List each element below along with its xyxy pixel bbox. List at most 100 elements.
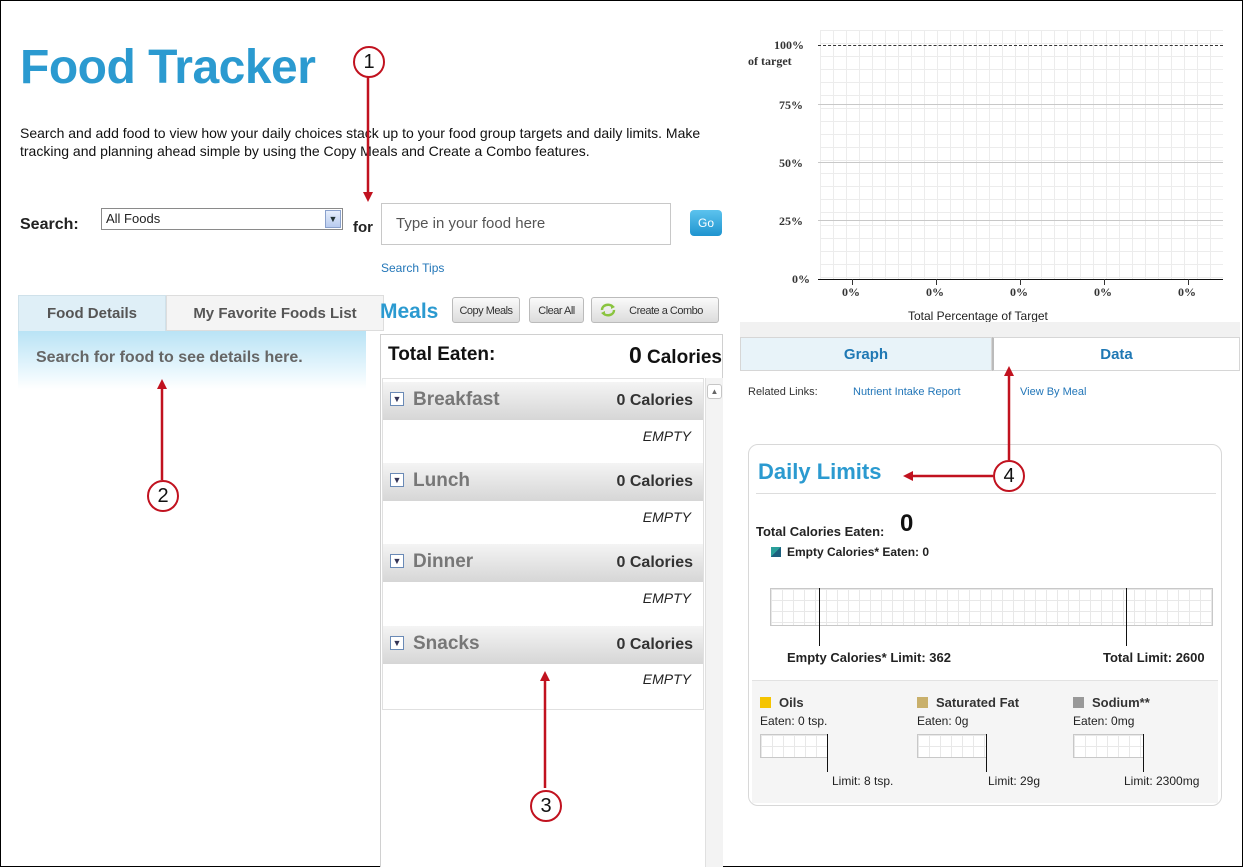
combo-icon (599, 302, 617, 318)
oils-limit-marker (827, 734, 828, 772)
x-value-label: 0% (926, 285, 944, 299)
meal-header-snacks[interactable]: ▼ Snacks 0 Calories (383, 626, 703, 664)
target-graph-area (820, 30, 1223, 279)
y-tick-label: 100% (774, 38, 804, 52)
calorie-limit-bar (770, 588, 1213, 626)
meal-name: Dinner (413, 551, 474, 572)
meal-calories: 0 Calories (616, 392, 693, 409)
meal-header-breakfast[interactable]: ▼ Breakfast 0 Calories (383, 382, 703, 420)
meal-calories: 0 Calories (616, 636, 693, 653)
sodium-label: Sodium** (1092, 695, 1150, 710)
meal-header-dinner[interactable]: ▼ Dinner 0 Calories (383, 544, 703, 582)
annotation-callout-3: 3 (530, 790, 562, 822)
expand-icon[interactable]: ▼ (390, 554, 404, 568)
total-calories-eaten-label: Total Calories Eaten: (756, 524, 885, 539)
sodium-eaten: Eaten: 0mg (1073, 714, 1135, 728)
divider (756, 493, 1216, 494)
meal-empty-status: EMPTY (642, 590, 691, 606)
y-tick-label: 75% (779, 98, 803, 112)
meal-empty-status: EMPTY (642, 428, 691, 444)
saturated-fat-label: Saturated Fat (936, 695, 1020, 710)
sodium-limit: Limit: 2300mg (1124, 774, 1200, 788)
saturated-fat-eaten: Eaten: 0g (917, 714, 969, 728)
total-limit-marker (1126, 588, 1127, 646)
page-title: Food Tracker (20, 41, 316, 94)
food-search-input[interactable]: Type in your food here (381, 203, 671, 245)
copy-meals-button[interactable]: Copy Meals (452, 297, 520, 323)
view-by-meal-link[interactable]: View By Meal (1020, 386, 1086, 398)
graph-footer-band (740, 322, 1240, 338)
gridline-100 (818, 45, 1223, 46)
y-tick-label: 0% (792, 272, 810, 286)
tab-graph[interactable]: Graph (740, 337, 992, 371)
total-eaten-label: Total Eaten: (388, 344, 496, 365)
total-eaten-value: 0 Calories (610, 342, 722, 369)
x-value-label: 0% (1010, 285, 1028, 299)
x-axis-title: Total Percentage of Target (908, 309, 1048, 323)
annotation-callout-4: 4 (993, 460, 1025, 492)
meals-title: Meals (380, 300, 439, 323)
nutrient-intake-report-link[interactable]: Nutrient Intake Report (853, 386, 961, 398)
expand-icon[interactable]: ▼ (390, 636, 404, 650)
meals-scrollbar[interactable]: ▲ (705, 378, 723, 867)
x-value-label: 0% (1094, 285, 1112, 299)
oils-label: Oils (779, 695, 804, 710)
create-combo-button[interactable]: Create a Combo (591, 297, 719, 323)
empty-calories-limit-marker (819, 588, 820, 646)
chevron-down-icon[interactable]: ▼ (325, 210, 341, 228)
intro-text: Search and add food to view how your dai… (20, 125, 701, 159)
daily-limits-title: Daily Limits (758, 459, 882, 484)
tab-my-favorite-foods[interactable]: My Favorite Foods List (166, 295, 384, 331)
y-unit-label: of target (748, 54, 792, 68)
empty-calories-limit-label: Empty Calories* Limit: 362 (787, 650, 951, 665)
oils-eaten: Eaten: 0 tsp. (760, 714, 828, 728)
total-limit-label: Total Limit: 2600 (1103, 650, 1205, 665)
empty-calories-eaten-label: Empty Calories* Eaten: 0 (787, 545, 930, 559)
total-eaten-number: 0 (628, 342, 642, 368)
y-tick-label: 25% (779, 214, 803, 228)
meal-list: ▼ Breakfast 0 Calories EMPTY ▼ Lunch 0 C… (382, 378, 704, 710)
x-value-label: 0% (1178, 285, 1196, 299)
search-tips-link[interactable]: Search Tips (381, 261, 444, 275)
oils-legend-icon (760, 697, 771, 708)
food-details-message: Search for food to see details here. (36, 349, 303, 366)
total-calories-eaten-value: 0 (900, 510, 914, 537)
saturated-fat-limit: Limit: 29g (988, 774, 1041, 788)
meal-empty-status: EMPTY (642, 509, 691, 525)
gridline-50 (818, 162, 1223, 163)
expand-icon[interactable]: ▼ (390, 392, 404, 406)
for-label: for (353, 219, 373, 236)
create-combo-label: Create a Combo (629, 305, 703, 317)
meal-name: Snacks (413, 633, 480, 654)
food-details-tabs: Food Details My Favorite Foods List (18, 295, 384, 331)
gridline-75 (818, 104, 1223, 105)
tab-food-details[interactable]: Food Details (18, 295, 166, 331)
meal-header-lunch[interactable]: ▼ Lunch 0 Calories (383, 463, 703, 501)
saturated-fat-bar (917, 734, 987, 758)
oils-limit: Limit: 8 tsp. (832, 774, 894, 788)
meal-name: Lunch (413, 470, 470, 491)
total-eaten-unit: Calories (647, 347, 722, 368)
search-label: Search: (20, 216, 79, 233)
meal-empty-status: EMPTY (642, 671, 691, 687)
saturated-fat-limit-marker (986, 734, 987, 772)
meal-calories: 0 Calories (616, 473, 693, 490)
expand-icon[interactable]: ▼ (390, 473, 404, 487)
sodium-limit-marker (1143, 734, 1144, 772)
go-button[interactable]: Go (690, 210, 722, 236)
annotation-callout-1: 1 (353, 46, 385, 78)
x-value-label: 0% (842, 285, 860, 299)
related-links-label: Related Links: (748, 386, 818, 398)
saturated-fat-legend-icon (917, 697, 928, 708)
annotation-callout-2: 2 (147, 480, 179, 512)
sodium-legend-icon (1073, 697, 1084, 708)
empty-calories-legend-icon (771, 547, 781, 557)
sodium-bar (1073, 734, 1144, 758)
oils-bar (760, 734, 828, 758)
tab-data[interactable]: Data (992, 337, 1240, 371)
food-category-value: All Foods (106, 211, 161, 226)
y-tick-label: 50% (779, 156, 803, 170)
food-category-select[interactable]: All Foods ▼ (101, 208, 343, 230)
scroll-up-icon[interactable]: ▲ (707, 384, 722, 399)
clear-all-button[interactable]: Clear All (529, 297, 584, 323)
